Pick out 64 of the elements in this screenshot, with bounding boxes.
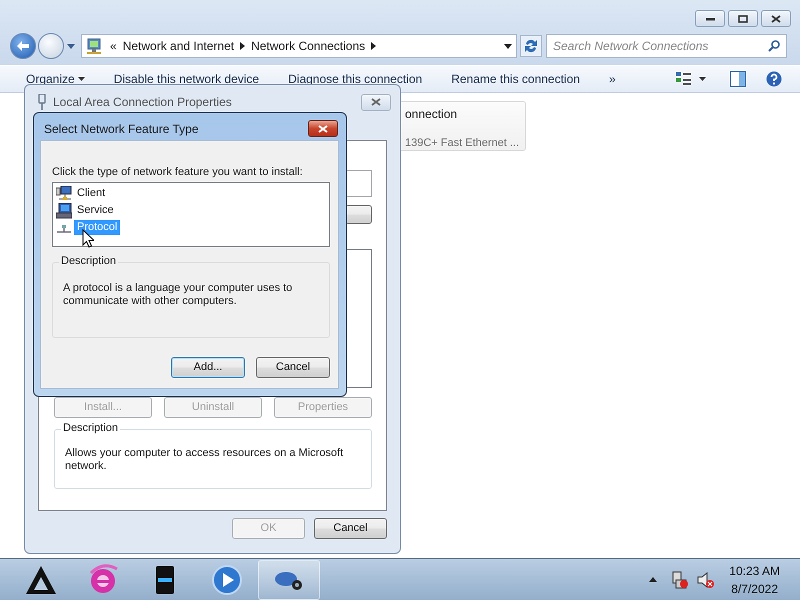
close-icon: [771, 14, 781, 22]
breadcrumb-arrow-icon[interactable]: [371, 42, 376, 50]
dialog-button[interactable]: Add...: [171, 357, 245, 378]
taskbar-button[interactable]: [258, 560, 320, 600]
preview-pane-icon[interactable]: [730, 71, 746, 87]
dialog-title: Local Area Connection Properties: [53, 94, 232, 111]
help-icon[interactable]: [766, 71, 782, 87]
minimize-button[interactable]: [695, 10, 725, 27]
connection-name: onnection: [405, 108, 458, 120]
back-arrow-icon: [16, 40, 30, 52]
speaker-muted-icon[interactable]: [697, 570, 716, 588]
network-folder-icon: [86, 37, 104, 55]
close-button[interactable]: [761, 10, 791, 27]
recent-pages-caret-icon[interactable]: [67, 44, 75, 48]
address-bar[interactable]: « Network and Internet Network Connections: [81, 34, 517, 58]
caret-icon[interactable]: [699, 77, 706, 81]
restore-icon: [738, 14, 748, 22]
media-play-icon: [210, 562, 244, 596]
dialog-button[interactable]: Cancel: [314, 518, 387, 539]
clock-date: 8/7/2022: [730, 580, 779, 598]
breadcrumb-arrow-icon[interactable]: [240, 42, 246, 50]
restore-button[interactable]: [728, 10, 758, 27]
breadcrumb-overflow[interactable]: «: [110, 37, 117, 55]
client-computer-icon: [56, 186, 72, 202]
configure-button[interactable]: [345, 205, 372, 224]
feature-list[interactable]: Client Service Protocol: [52, 182, 330, 247]
dropdown-caret-icon[interactable]: [504, 44, 512, 48]
clock[interactable]: 10:23 AM 8/7/2022: [729, 562, 780, 598]
toolbar-button[interactable]: Diagnose this connection: [288, 73, 422, 85]
search-icon: [768, 40, 780, 52]
network-error-icon[interactable]: [671, 570, 690, 588]
view-options-icon[interactable]: [676, 71, 692, 87]
group-label: Description: [59, 255, 118, 268]
network-adapter-icon: [37, 94, 47, 110]
mouse-pointer-icon: [82, 229, 94, 248]
breadcrumb[interactable]: Network and Internet: [122, 37, 234, 55]
forward-button[interactable]: [38, 33, 64, 59]
search-field[interactable]: Search Network Connections: [553, 37, 768, 55]
description-text: A protocol is a language your computer uses to communicate with other computers.: [63, 281, 294, 308]
dialog-button[interactable]: Cancel: [256, 357, 330, 378]
connection-device: 139C+ Fast Ethernet ...: [405, 138, 520, 149]
close-icon: [371, 98, 381, 106]
list-item[interactable]: Client: [74, 186, 108, 201]
close-icon: [318, 124, 328, 132]
computer-service-icon: [56, 202, 72, 218]
minimize-icon: [706, 16, 714, 20]
more-commands[interactable]: »: [608, 73, 616, 85]
refresh-icon[interactable]: [520, 35, 542, 57]
toolbar-button[interactable]: Rename this connection: [451, 73, 580, 85]
breadcrumb[interactable]: Network Connections: [251, 37, 366, 55]
search-box[interactable]: Search Network Connections: [546, 34, 787, 58]
toolbar-button[interactable]: Organize: [26, 73, 85, 85]
clock-time: 10:23 AM: [729, 562, 780, 580]
caret-icon: [78, 77, 85, 81]
close-button[interactable]: [361, 94, 391, 110]
show-hidden-icons-icon[interactable]: [649, 577, 658, 582]
close-button[interactable]: [308, 120, 338, 137]
back-button[interactable]: [10, 33, 36, 59]
group-label: Description: [61, 422, 120, 436]
list-item[interactable]: Service: [74, 203, 117, 218]
toolbar-button[interactable]: Disable this network device: [114, 73, 260, 85]
description-text: Allows your computer to access resources on a Microsoft network.: [65, 447, 344, 474]
instruction-text: Click the type of network feature you want to install:: [52, 166, 304, 178]
dialog-title: Select Network Feature Type: [44, 120, 199, 138]
